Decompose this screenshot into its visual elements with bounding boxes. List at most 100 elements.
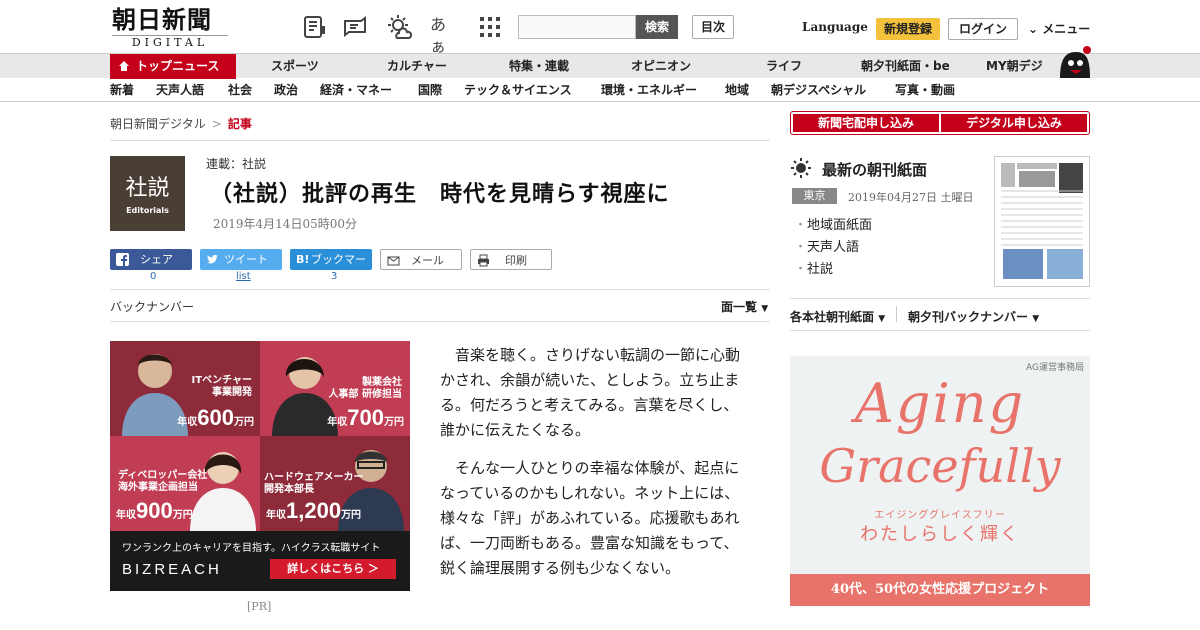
- nav2-item[interactable]: 環境・エネルギー: [601, 79, 697, 102]
- twitter-share-button[interactable]: ツイート: [200, 249, 282, 270]
- toc-button[interactable]: 目次: [692, 15, 734, 39]
- mail-button[interactable]: メール: [380, 249, 462, 270]
- pr-label: [PR]: [247, 600, 272, 613]
- bizreach-ad[interactable]: ITベンチャー 事業開発 年収600万円 製薬会社 人事部 研修担当 年収700…: [110, 341, 410, 591]
- hatena-icon: B!: [296, 253, 310, 266]
- nav-item[interactable]: MY朝デジ: [986, 54, 1043, 79]
- ad-salary: 年収700万円: [327, 405, 404, 431]
- menu-button[interactable]: ⌄ メニュー: [1028, 20, 1090, 37]
- caret-down-icon: ▼: [878, 314, 886, 324]
- divider: [110, 321, 770, 322]
- paragraph: 音楽を聴く。さりげない転調の一節に心動かされ、余韻が続いた、としよう。立ち止まる…: [440, 346, 741, 439]
- tweet-count[interactable]: list: [236, 271, 251, 282]
- search-input[interactable]: [518, 15, 636, 39]
- ad-salary-unit: 万円: [384, 417, 404, 428]
- chat-icon[interactable]: [342, 14, 368, 40]
- nav2-item[interactable]: テック＆サイエンス: [464, 79, 572, 102]
- logo-en: DIGITAL: [112, 35, 228, 49]
- ad-kana: エイジンググレイスフリー: [874, 510, 1006, 521]
- bookmark-label: ブックマーク: [311, 253, 366, 287]
- ad-salary-num: 900: [136, 498, 173, 523]
- ad-quadrant: ハードウェアメーカー 開発本部長 年収1,200万円: [260, 436, 410, 532]
- edition-date: 2019年04月27日 土曜日: [848, 191, 974, 204]
- nav2-item[interactable]: 経済・マネー: [320, 79, 392, 102]
- register-button[interactable]: 新規登録: [876, 18, 940, 40]
- sidebar-link[interactable]: 地域面紙面: [794, 214, 872, 233]
- newspaper-thumbnail[interactable]: [994, 156, 1090, 287]
- newspaper-icon[interactable]: [302, 14, 328, 40]
- ad-salary: 年収1,200万円: [266, 498, 361, 524]
- nav-item[interactable]: 特集・連載: [509, 54, 569, 79]
- share-count: 0: [150, 271, 157, 282]
- back-number-dropdown[interactable]: 朝夕刊バックナンバー ▼: [908, 308, 1039, 325]
- nav2-item[interactable]: 写真・動画: [895, 79, 955, 102]
- nav-top-news[interactable]: トップニュース: [110, 54, 236, 79]
- ad-salary-num: 600: [197, 405, 234, 430]
- nav2-item[interactable]: 社会: [228, 79, 252, 102]
- aging-gracefully-ad[interactable]: AG運営事務局 Aging Gracefully エイジンググレイスフリー わた…: [790, 356, 1090, 606]
- nav2-item[interactable]: 地域: [725, 79, 749, 102]
- ad-sponsor: AG運営事務局: [1026, 363, 1084, 373]
- badge-ja: 社説: [125, 176, 170, 201]
- subscribe-digital-button[interactable]: デジタル申し込み: [941, 114, 1087, 132]
- breadcrumb-current: 記事: [227, 117, 252, 131]
- login-button[interactable]: ログイン: [948, 18, 1018, 40]
- paragraph: そんな一人ひとりの幸福な体験が、起点になっているのかもしれない。ネット上には、様…: [440, 459, 740, 577]
- nav-item[interactable]: スポーツ: [271, 54, 319, 79]
- print-button[interactable]: 印刷: [470, 249, 552, 270]
- nav2-item[interactable]: 新着: [110, 79, 134, 102]
- sidebar-link[interactable]: 社説: [794, 258, 833, 277]
- subscribe-paper-button[interactable]: 新聞宅配申し込み: [793, 114, 939, 132]
- ad-headline-1: Aging: [854, 372, 1026, 435]
- grid-icon[interactable]: [477, 14, 503, 40]
- bizreach-logo: BIZREACH: [122, 561, 222, 578]
- page-list-dropdown[interactable]: 面一覧 ▼: [721, 298, 768, 315]
- ad-salary-unit: 万円: [172, 510, 193, 521]
- morning-edition-title[interactable]: 最新の朝刊紙面: [822, 159, 927, 180]
- secondary-nav: 新着 天声人語 社会 政治 経済・マネー 国際 テック＆サイエンス 環境・エネル…: [0, 79, 1200, 102]
- back-number-link[interactable]: バックナンバー: [110, 298, 194, 315]
- asahi-logo[interactable]: 朝日新聞 DIGITAL: [112, 6, 228, 49]
- editorial-badge: 社説 Editorials: [110, 156, 185, 231]
- nav-item[interactable]: 朝夕刊紙面・be: [861, 54, 950, 79]
- nav-item[interactable]: カルチャー: [387, 54, 447, 79]
- nav-item[interactable]: ライフ: [766, 54, 802, 79]
- ad-cta-button[interactable]: 詳しくはこちら ＞: [270, 559, 396, 579]
- facebook-share-button[interactable]: シェア: [110, 249, 192, 270]
- nav2-item[interactable]: 国際: [418, 79, 442, 102]
- sidebar-link[interactable]: 天声人語: [794, 236, 859, 255]
- search-button[interactable]: 検索: [636, 15, 678, 39]
- ad-quadrant: ディベロッパー会社 海外事業企画担当 年収900万円: [110, 436, 260, 532]
- nav2-item[interactable]: 政治: [274, 79, 298, 102]
- series-label[interactable]: 連載：社説: [206, 155, 266, 172]
- regional-edition-dropdown[interactable]: 各本社朝刊紙面 ▼: [790, 308, 885, 325]
- ad-footer: ワンランク上のキャリアを目指す。ハイクラス転職サイト BIZREACH 詳しくは…: [110, 531, 410, 591]
- nav2-item[interactable]: 朝デジスペシャル: [771, 79, 866, 102]
- nav2-item[interactable]: 天声人語: [156, 79, 204, 102]
- home-icon: [119, 61, 129, 71]
- language-link[interactable]: Language: [802, 20, 868, 34]
- nav-item[interactable]: オピニオン: [631, 54, 691, 79]
- tweet-label: ツイート: [224, 253, 268, 266]
- print-icon: [478, 254, 489, 267]
- twitter-icon: [207, 254, 218, 264]
- breadcrumb-sep: >: [211, 117, 222, 131]
- badge-en: Editorials: [126, 206, 169, 215]
- breadcrumb-home[interactable]: 朝日新聞デジタル: [110, 117, 206, 131]
- ad-quadrant: 製薬会社 人事部 研修担当 年収700万円: [260, 341, 410, 437]
- chevron-down-icon: ⌄: [1028, 22, 1039, 36]
- caret-down-icon: ▼: [1032, 314, 1040, 324]
- caret-down-icon: ▼: [761, 304, 769, 314]
- article-body: 音楽を聴く。さりげない転調の一節に心動かされ、余韻が続いた、としよう。立ち止まる…: [440, 343, 746, 594]
- hatena-bookmark-button[interactable]: B! ブックマーク: [290, 249, 372, 287]
- weather-icon[interactable]: [386, 14, 412, 40]
- dropdown-label: 朝夕刊バックナンバー: [908, 310, 1029, 324]
- bookmark-count: 3: [331, 271, 338, 282]
- header: 朝日新聞 DIGITAL あぁ 検索 目次 Language 新規登録 ログイン…: [0, 0, 1200, 56]
- breadcrumb: 朝日新聞デジタル > 記事: [110, 115, 252, 132]
- ad-salary-pre: 年収: [177, 417, 198, 428]
- font-size-icon[interactable]: あぁ: [430, 14, 456, 56]
- share-label: シェア: [140, 253, 173, 266]
- ad-salary-num: 700: [347, 405, 384, 430]
- ad-headline-2: Gracefully: [819, 439, 1061, 493]
